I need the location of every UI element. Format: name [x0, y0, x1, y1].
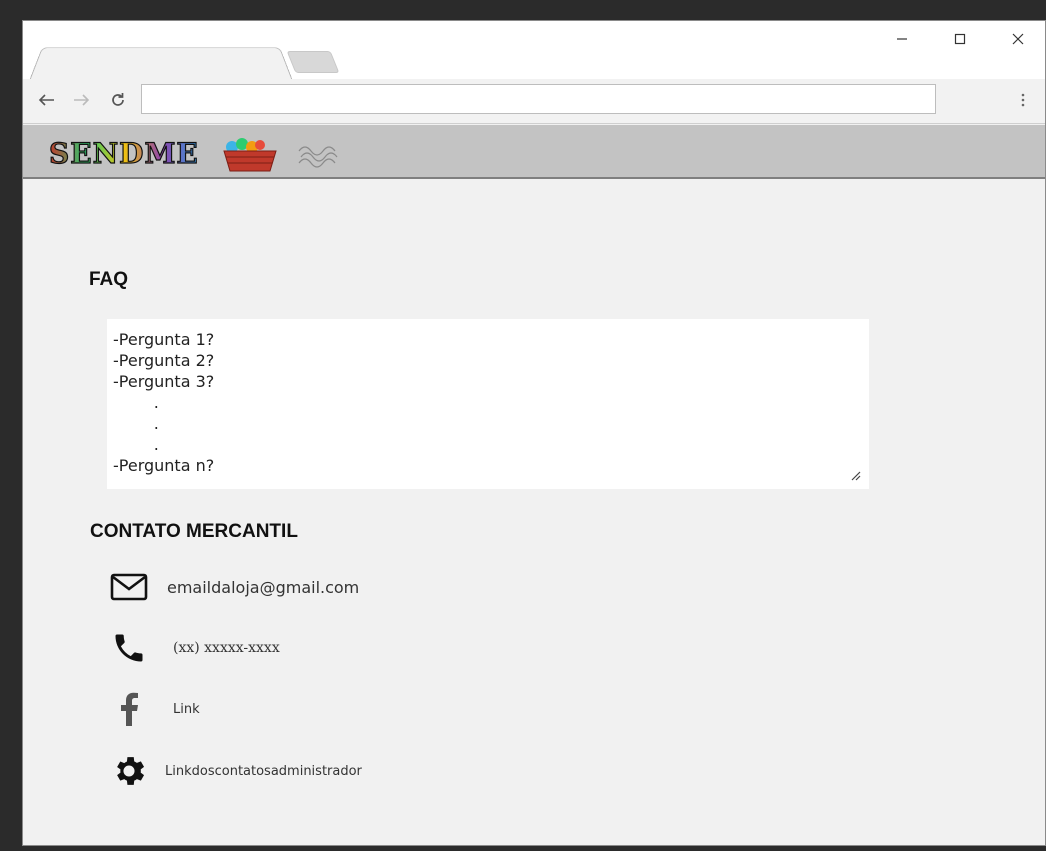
- faq-line: -Pergunta 2?: [113, 351, 215, 370]
- maximize-icon: [954, 33, 966, 45]
- forward-button[interactable]: [71, 89, 93, 111]
- menu-button[interactable]: [1013, 89, 1033, 111]
- email-link[interactable]: emaildaloja@gmail.com: [167, 578, 359, 597]
- contact-heading: CONTATO MERCANTIL: [90, 521, 298, 542]
- close-button[interactable]: [1003, 27, 1033, 51]
- contact-facebook-row: Link: [107, 689, 200, 729]
- address-bar[interactable]: [141, 84, 936, 114]
- gear-icon: [107, 751, 151, 791]
- new-tab-button[interactable]: [286, 51, 340, 73]
- faq-textarea[interactable]: -Pergunta 1? -Pergunta 2? -Pergunta 3? .…: [107, 319, 869, 489]
- browser-toolbar: [23, 79, 1045, 124]
- mail-icon: [107, 567, 151, 607]
- arrow-right-icon: [74, 94, 90, 106]
- phone-icon: [107, 628, 151, 668]
- facebook-icon: [107, 689, 151, 729]
- page-content: FAQ -Pergunta 1? -Pergunta 2? -Pergunta …: [23, 179, 1045, 845]
- phone-number: (xx) xxxxx-xxxx: [173, 640, 280, 656]
- faq-line: .: [113, 393, 159, 412]
- browser-window: SENDME FAQ -Pergunta 1? -Pergunta 2? -Pe…: [22, 20, 1046, 846]
- more-vertical-icon: [1021, 93, 1025, 107]
- faq-heading: FAQ: [89, 269, 129, 290]
- minimize-icon: [897, 38, 907, 40]
- site-logo[interactable]: SENDME: [47, 131, 347, 173]
- close-icon: [1012, 33, 1024, 45]
- reload-icon: [112, 93, 124, 106]
- minimize-button[interactable]: [887, 27, 917, 51]
- faq-line: -Pergunta 3?: [113, 372, 215, 391]
- tab-strip: [23, 21, 1045, 81]
- facebook-link[interactable]: Link: [173, 702, 200, 717]
- resize-handle-icon[interactable]: [849, 469, 861, 481]
- faq-line: .: [113, 435, 159, 454]
- faq-line: -Pergunta 1?: [113, 330, 215, 349]
- browser-tab[interactable]: [29, 47, 293, 81]
- contact-phone-row: (xx) xxxxx-xxxx: [107, 628, 280, 668]
- site-header: SENDME: [23, 125, 1045, 179]
- reload-button[interactable]: [107, 89, 129, 111]
- arrow-left-icon: [38, 94, 54, 106]
- faq-line: .: [113, 414, 159, 433]
- admin-contacts-link[interactable]: Linkdoscontatosadministrador: [165, 764, 362, 779]
- maximize-button[interactable]: [945, 27, 975, 51]
- back-button[interactable]: [35, 89, 57, 111]
- logo-image: SENDME: [48, 136, 338, 172]
- faq-line: -Pergunta n?: [113, 456, 215, 475]
- contact-email-row: emaildaloja@gmail.com: [107, 567, 359, 607]
- svg-text:SENDME: SENDME: [49, 137, 199, 170]
- contact-admin-row: Linkdoscontatosadministrador: [107, 751, 362, 791]
